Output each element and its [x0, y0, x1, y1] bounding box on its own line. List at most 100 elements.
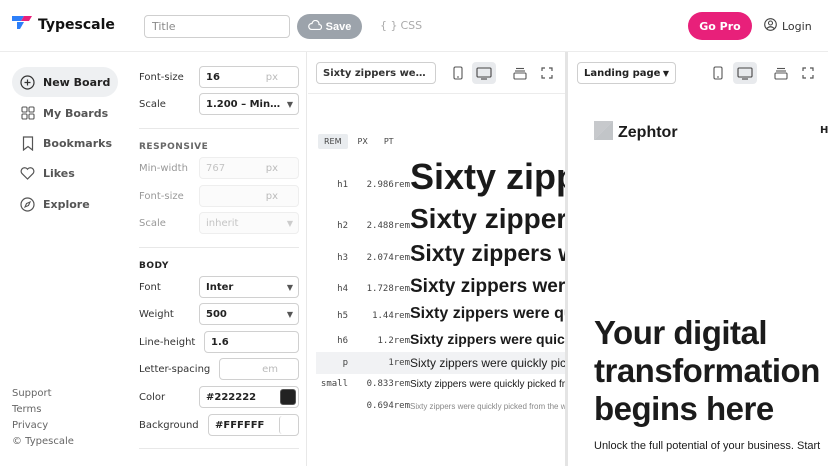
- scale-rem: 1.728rem: [366, 284, 410, 294]
- sample-h2: Sixty zippers were quickly picked from t…: [410, 203, 568, 234]
- zephtor-logo-icon: [594, 121, 613, 144]
- scale-rem: 2.488rem: [366, 221, 410, 231]
- hero-line: transformation: [594, 352, 820, 389]
- scale-tag: h6: [337, 336, 348, 346]
- font-size-label: Font-size: [139, 71, 184, 83]
- hero-line: begins here: [594, 390, 774, 427]
- landing-preview: Landing page ▼ Zephtor H Your digital tr…: [571, 52, 828, 466]
- css-button[interactable]: { } CSS: [380, 19, 422, 32]
- sample-h3: Sixty zippers were quickly picked from t…: [410, 240, 565, 266]
- body-heading: BODY: [139, 261, 169, 271]
- left-nav: New Board My Boards Bookmarks Likes Expl…: [0, 52, 128, 466]
- min-width-input[interactable]: 767 px: [199, 157, 299, 179]
- sample-p: Sixty zippers were quickly picked from t…: [410, 356, 567, 370]
- cloud-icon: [307, 19, 322, 33]
- template-select[interactable]: Landing page ▼: [577, 62, 676, 84]
- nav-label: Likes: [43, 166, 75, 180]
- weight-label: Weight: [139, 308, 174, 320]
- font-label: Font: [139, 281, 161, 293]
- grid-icon: [20, 106, 35, 121]
- nav-label: New Board: [43, 75, 111, 89]
- scale-rem: 2.074rem: [366, 253, 410, 263]
- font-select[interactable]: Inter ▼: [199, 276, 299, 298]
- line-height-input[interactable]: 1.6: [204, 331, 299, 353]
- fullscreen-icon[interactable]: [535, 62, 559, 84]
- color-value: #222222: [206, 391, 257, 403]
- scale-tag: p: [342, 358, 348, 368]
- nav-new-board[interactable]: New Board: [12, 67, 118, 97]
- landing-nav-peek: H: [820, 125, 828, 136]
- min-width-value: 767: [206, 162, 226, 174]
- tab-px[interactable]: PX: [352, 134, 374, 149]
- weight-select[interactable]: 500 ▼: [199, 303, 299, 325]
- scale-select[interactable]: 1.200 – Min… ▼: [199, 93, 299, 115]
- resp-font-size-label: Font-size: [139, 190, 184, 202]
- sample-h5: Sixty zippers were quickly picked from t…: [410, 305, 565, 322]
- footer-terms-link[interactable]: Terms: [12, 404, 41, 415]
- footer-copyright: © Typescale: [12, 436, 74, 447]
- chevron-down-icon: ▼: [286, 282, 293, 292]
- scale-tag: h4: [337, 284, 348, 294]
- resp-scale-select[interactable]: inherit ▼: [199, 212, 299, 234]
- save-button[interactable]: Save: [297, 14, 362, 39]
- tab-pt[interactable]: PT: [378, 134, 400, 149]
- tab-rem[interactable]: REM: [318, 134, 348, 149]
- title-input[interactable]: [144, 15, 290, 38]
- sample-h4: Sixty zippers were quickly picked from t…: [410, 276, 566, 297]
- nav-my-boards[interactable]: My Boards: [12, 98, 118, 128]
- hero-heading: Your digital transformation begins here: [594, 314, 820, 428]
- settings-panel: Font-size 16 px Scale 1.200 – Min… ▼ RES…: [128, 52, 307, 466]
- desktop-view-icon[interactable]: [472, 62, 496, 84]
- resp-font-size-unit: px: [265, 190, 278, 202]
- preview-toolbar: Sixty zippers were quickly picked from t…: [308, 52, 565, 94]
- background-swatch[interactable]: [279, 416, 298, 434]
- scale-value: 1.200 – Min…: [206, 98, 281, 110]
- resp-scale-label: Scale: [139, 217, 166, 229]
- desktop-view-icon[interactable]: [733, 62, 757, 84]
- nav-label: Explore: [43, 197, 90, 211]
- nav-explore[interactable]: Explore: [12, 189, 118, 219]
- logo-text: Typescale: [38, 17, 115, 33]
- bookmark-icon: [20, 135, 35, 151]
- color-swatch[interactable]: [280, 389, 296, 405]
- scale-rem: 0.833rem: [366, 379, 410, 389]
- plus-circle-icon: [20, 74, 35, 90]
- scale-rem: 0.694rem: [366, 401, 410, 411]
- scale-tag: h3: [337, 253, 348, 263]
- layout-stack-icon[interactable]: [508, 62, 532, 84]
- min-width-unit: px: [265, 162, 278, 174]
- font-size-input[interactable]: 16 px: [199, 66, 299, 88]
- scale-rem: 1.2rem: [377, 336, 410, 346]
- divider: [139, 128, 299, 129]
- weight-value: 500: [206, 308, 227, 320]
- scale-rem: 1rem: [388, 358, 410, 368]
- nav-likes[interactable]: Likes: [12, 158, 118, 188]
- save-label: Save: [325, 20, 352, 33]
- sample-text-select[interactable]: Sixty zippers were quickly picked from t…: [316, 62, 436, 84]
- footer-support-link[interactable]: Support: [12, 388, 52, 399]
- layout-stack-icon[interactable]: [769, 62, 793, 84]
- fullscreen-icon[interactable]: [796, 62, 820, 84]
- login-button[interactable]: Login: [764, 18, 812, 34]
- letter-spacing-input[interactable]: em: [219, 358, 299, 380]
- go-pro-button[interactable]: Go Pro: [688, 12, 752, 40]
- footer-privacy-link[interactable]: Privacy: [12, 420, 48, 431]
- font-size-value: 16: [206, 71, 220, 83]
- chevron-down-icon: ▼: [662, 68, 669, 78]
- resp-font-size-input[interactable]: px: [199, 185, 299, 207]
- mobile-view-icon[interactable]: [446, 62, 470, 84]
- scale-label: Scale: [139, 98, 166, 110]
- line-height-value: 1.6: [211, 336, 229, 348]
- logo[interactable]: Typescale: [12, 16, 115, 34]
- background-value: #FFFFFF: [215, 419, 265, 431]
- divider: [139, 247, 299, 248]
- chevron-down-icon: ▼: [286, 99, 293, 109]
- code-braces-icon: { }: [380, 19, 398, 32]
- template-value: Landing page: [584, 67, 661, 79]
- typescale-preview: Sixty zippers were quickly picked from t…: [308, 52, 568, 466]
- scale-tag: small: [320, 379, 348, 389]
- scale-tag: h2: [337, 221, 348, 231]
- mobile-view-icon[interactable]: [706, 62, 730, 84]
- landing-brand: Zephtor: [594, 121, 678, 144]
- nav-bookmarks[interactable]: Bookmarks: [12, 128, 118, 158]
